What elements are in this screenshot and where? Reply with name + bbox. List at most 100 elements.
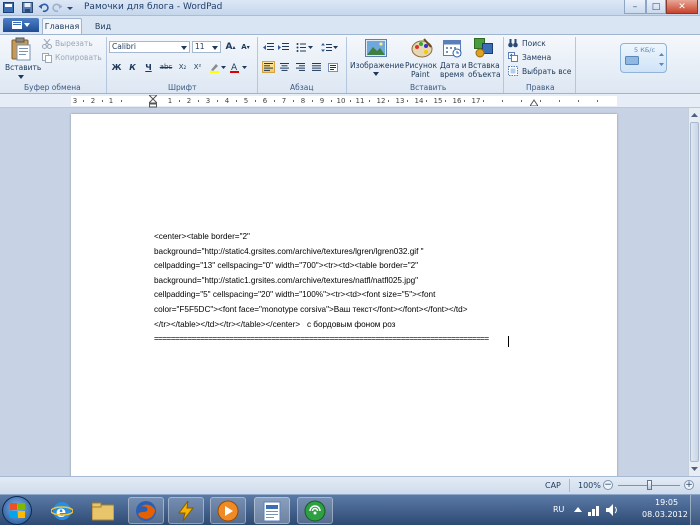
select-all-button[interactable]: Выбрать все [508,66,572,77]
zoom-level: 100% [578,481,601,490]
start-button[interactable] [2,496,32,525]
select-all-icon [508,66,518,76]
align-center-button[interactable] [278,61,291,73]
object-label-line1: Вставка [468,61,500,70]
title-bar: Рамочки для блога - WordPad – □ ✕ [0,0,700,16]
tab-view[interactable]: Вид [88,18,118,34]
document-page[interactable]: <center><table border="2" background="ht… [71,114,617,484]
taskbar-explorer[interactable] [85,497,121,524]
scroll-thumb[interactable] [690,122,699,462]
wordpad-app-icon[interactable] [3,2,14,13]
ruler-label: 10 [336,97,346,105]
ruler-label: 1 [108,97,114,105]
subscript-button[interactable]: X₂ [176,61,189,73]
chevron-down-icon [212,46,218,50]
media-player-icon [217,500,239,521]
app-menu-button[interactable] [3,18,39,32]
italic-button[interactable]: К [126,61,139,73]
replace-button[interactable]: Замена [508,52,558,63]
language-indicator[interactable]: RU [553,505,564,514]
network-tray-icon[interactable] [588,504,602,516]
font-family-value: Calibri [112,42,136,51]
save-icon[interactable] [22,2,33,13]
paste-label: Вставить [5,63,42,72]
indent-marker-icon[interactable] [149,95,157,108]
find-button[interactable]: Поиск [508,38,558,49]
cut-button[interactable]: Вырезать [42,38,102,50]
zoom-out-button[interactable]: − [603,480,613,490]
increase-indent-button[interactable] [277,41,290,53]
underline-button[interactable]: Ч [142,61,155,73]
volume-tray-icon[interactable] [606,504,618,516]
zoom-slider-thumb[interactable] [647,480,652,490]
paragraph-settings-button[interactable] [326,61,340,73]
ruler-label: 13 [395,97,405,105]
datetime-label-line2: время [440,70,464,79]
replace-icon [508,52,518,62]
shrink-font-button[interactable]: A ▾ [239,41,252,53]
paint-label-line2: Paint [411,70,430,79]
paint-drawing-button[interactable]: Рисунок Paint [405,37,439,81]
green-circle-icon [304,500,326,521]
taskbar-wordpad[interactable] [254,497,290,524]
bold-button[interactable]: Ж [110,61,123,73]
insert-object-button[interactable]: Вставка объекта [468,37,501,81]
select-all-label: Выбрать все [522,67,572,76]
strikethrough-button[interactable]: abc [158,61,174,73]
align-right-button[interactable] [294,61,307,73]
insert-datetime-button[interactable]: Дата и время [440,37,467,81]
line-spacing-button[interactable] [320,41,340,53]
align-left-button[interactable] [262,61,275,73]
taskbar-network-app[interactable] [297,497,333,524]
text-caret [508,336,509,347]
ruler-label: 14 [414,97,424,105]
align-justify-icon [312,63,321,71]
ruler: 3 2 1 1 2 3 4 5 6 7 8 9 10 11 12 13 14 1… [0,94,700,108]
taskbar-media-player[interactable] [210,497,246,524]
taskbar-firefox[interactable] [128,497,164,524]
document-separator-line[interactable]: ========================================… [154,334,489,343]
text-color-button[interactable]: A [229,61,249,73]
scroll-up-icon[interactable] [689,110,700,120]
font-family-select[interactable]: Calibri [109,41,190,53]
clock-time[interactable]: 19:05 [655,498,678,507]
show-hidden-icons-icon[interactable] [574,506,582,514]
network-meter-widget[interactable]: 5 КБ/с [620,43,667,73]
clock-date[interactable]: 08.03.2012 [642,510,688,519]
tab-home[interactable]: Главная [42,18,82,34]
maximize-button[interactable]: □ [646,0,666,14]
highlight-color-button[interactable] [208,61,228,73]
grow-font-button[interactable]: A ▴ [224,41,237,53]
scroll-down-icon[interactable] [689,464,700,474]
vertical-scrollbar[interactable] [688,108,700,476]
zoom-in-button[interactable]: + [684,480,694,490]
bullets-button[interactable] [295,41,315,53]
minimize-button[interactable]: – [624,0,646,14]
justify-button[interactable] [310,61,323,73]
insert-image-label: Изображение [350,61,404,70]
copy-icon [42,53,52,63]
paste-button[interactable]: Вставить [4,37,42,81]
font-group-label: Шрифт [168,83,197,92]
group-divider [106,37,107,93]
show-desktop-button[interactable] [690,495,700,525]
right-indent-marker-icon[interactable] [530,98,538,106]
font-size-select[interactable]: 11 [192,41,221,53]
close-button[interactable]: ✕ [666,0,698,14]
indent-icon [278,42,289,50]
lightning-icon [178,500,195,521]
superscript-button[interactable]: X² [191,61,204,73]
calendar-clock-icon [443,40,462,58]
copy-button[interactable]: Копировать [42,52,104,64]
taskbar-winamp[interactable] [168,497,204,524]
window-title: Рамочки для блога - WordPad [84,2,223,12]
taskbar: e RU 19:05 08.03.2012 [0,494,700,525]
ruler-label: 8 [300,97,306,105]
customize-quick-access-icon[interactable] [66,2,74,13]
document-body-text[interactable]: <center><table border="2" background="ht… [154,230,534,332]
insert-image-button[interactable]: Изображение [350,37,404,81]
redo-icon[interactable] [52,2,63,13]
decrease-indent-button[interactable] [262,41,275,53]
taskbar-internet-explorer[interactable]: e [44,497,80,524]
undo-icon[interactable] [38,2,49,13]
